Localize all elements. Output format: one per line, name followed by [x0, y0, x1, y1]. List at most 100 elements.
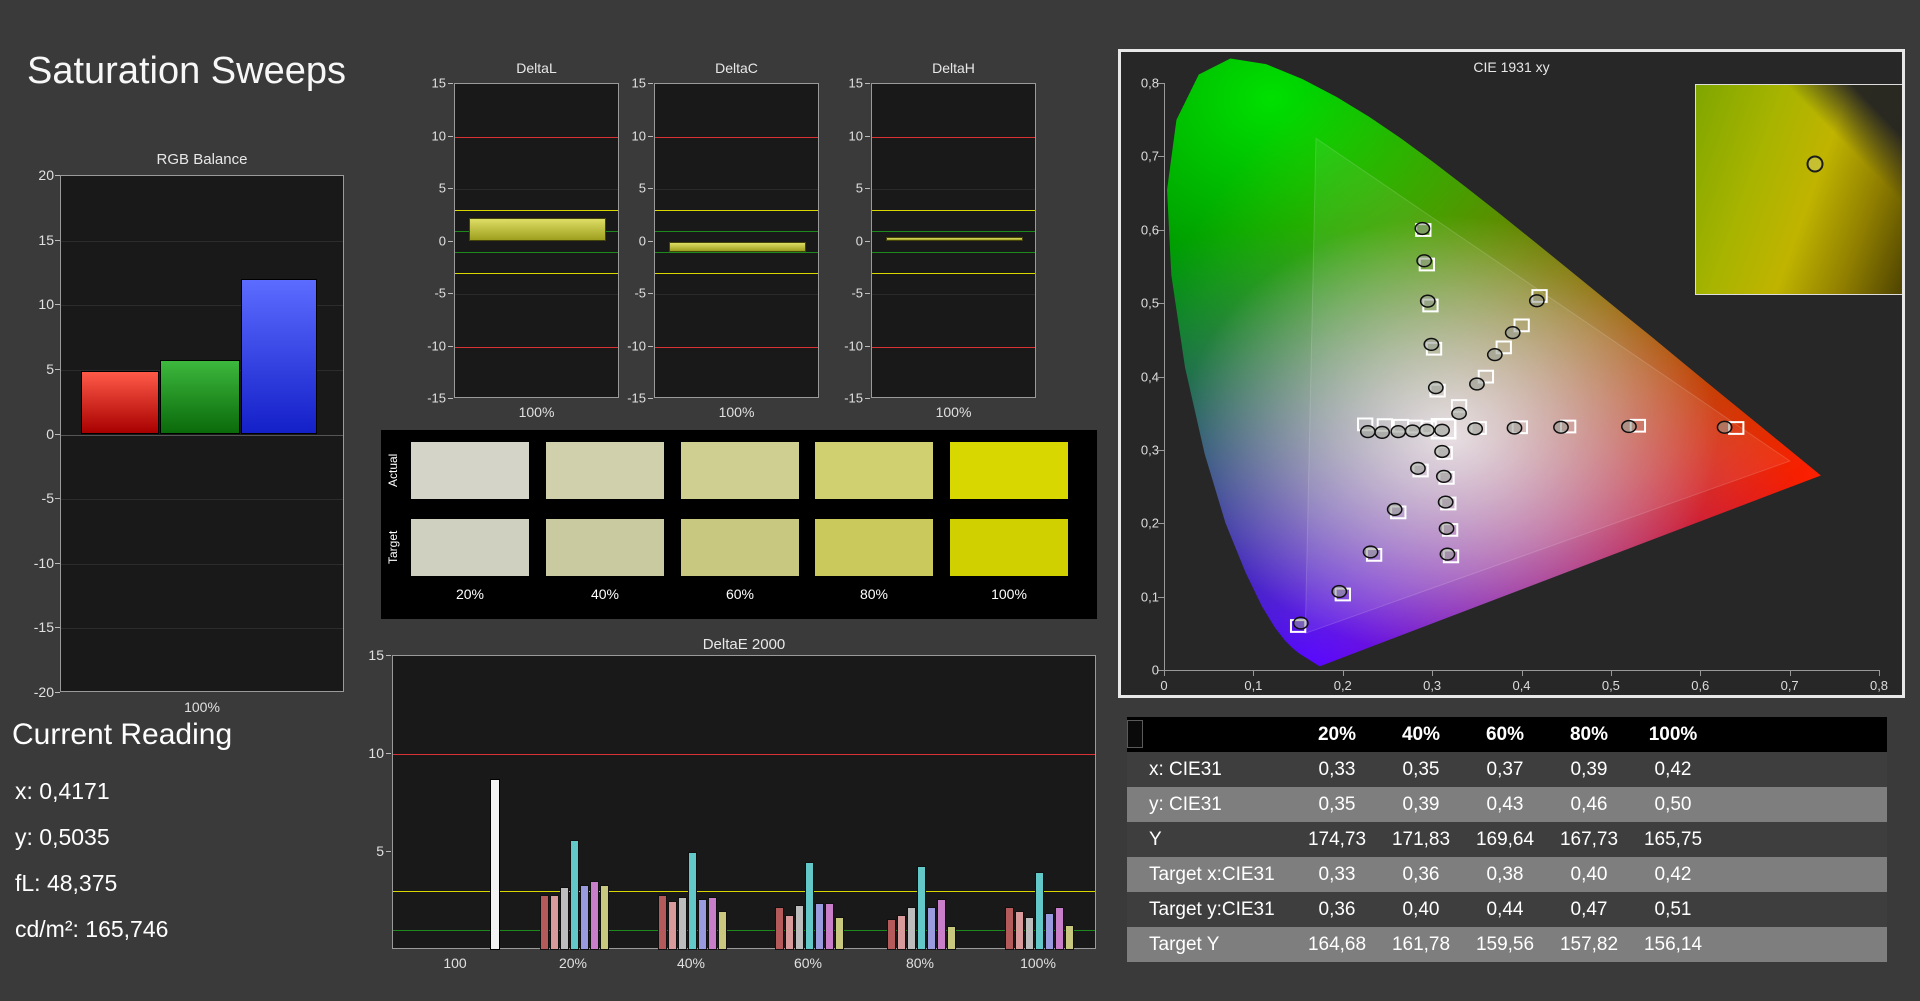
- table-header-cell: 80%: [1569, 724, 1609, 745]
- table-row-label: Target x:CIE31: [1149, 864, 1275, 885]
- table-value-cell: 0,39: [1402, 794, 1440, 815]
- delta-y-tick-mark: [865, 188, 870, 189]
- rgb-bar-green: [160, 359, 240, 435]
- cie-measurement-marker: [1488, 349, 1502, 361]
- rgb-balance-title: RGB Balance: [156, 151, 248, 168]
- deltae-bar: [937, 899, 946, 950]
- current-reading-heading: Current Reading: [12, 718, 233, 751]
- swatch-target: [815, 519, 933, 576]
- delta-gridline: [455, 189, 618, 190]
- table-value-cell: 157,82: [1559, 934, 1619, 955]
- delta-y-tick-mark: [448, 135, 453, 137]
- delta-y-tick-mark: [648, 188, 653, 189]
- deltae-x-tick-label: 20%: [558, 955, 588, 971]
- cie-x-tick-mark: [1432, 670, 1434, 676]
- delta-ref-line: [655, 136, 818, 138]
- table-value-cell: 0,43: [1486, 794, 1524, 815]
- table-value-cell: 164,68: [1307, 934, 1367, 955]
- deltae-bar: [825, 902, 834, 950]
- table-value-cell: 159,56: [1475, 934, 1535, 955]
- delta-y-tick-mark: [865, 83, 870, 84]
- deltae-y-tick-label: 5: [376, 843, 384, 859]
- rgb-y-tick-label: -15: [33, 619, 54, 636]
- delta-y-tick-mark: [648, 240, 653, 242]
- page-title: Saturation Sweeps: [27, 50, 346, 92]
- delta-gridline: [872, 294, 1035, 295]
- table-value-cell: 0,37: [1486, 759, 1524, 780]
- cie-x-tick-label: 0,1: [1244, 678, 1263, 693]
- swatch-actual: [546, 442, 664, 499]
- delta-chart-title: DeltaL: [516, 60, 557, 76]
- delta-x-label: 100%: [935, 404, 972, 420]
- current-reading-line: cd/m²: 165,746: [15, 916, 169, 942]
- delta-ref-line: [872, 136, 1035, 138]
- table-header-cell: 40%: [1401, 724, 1441, 745]
- table-row-label: Target y:CIE31: [1149, 899, 1275, 920]
- deltae-x-tick-label: 100%: [1020, 955, 1056, 971]
- deltae-bar: [560, 887, 569, 950]
- deltae-bar: [907, 906, 916, 950]
- table-row: Target Y 164,68 161,78 159,56 157,82 156,14: [1127, 927, 1887, 962]
- table-value-cell: 0,46: [1570, 794, 1608, 815]
- delta-y-tick-mark: [865, 240, 870, 242]
- deltae-bar: [795, 904, 804, 950]
- delta-y-tick-mark: [648, 293, 653, 294]
- swatch-col-label: 20%: [455, 586, 485, 602]
- table-value-cell: 0,40: [1402, 899, 1440, 920]
- table-value-cell: 0,33: [1318, 759, 1356, 780]
- table-value-cell: 161,78: [1391, 934, 1451, 955]
- cie-measurement-marker: [1294, 617, 1308, 629]
- table-value-cell: 174,73: [1307, 829, 1367, 850]
- rgb-gridline: [61, 240, 343, 242]
- table-row: Y 174,73 171,83 169,64 167,73 165,75: [1127, 822, 1887, 857]
- delta-y-tick-label: 5: [438, 180, 446, 196]
- table-value-cell: 0,38: [1486, 864, 1524, 885]
- delta-chart-title: DeltaC: [715, 60, 758, 76]
- delta-ref-line: [455, 346, 618, 348]
- table-value-cell: 0,36: [1402, 864, 1440, 885]
- table-row: Target x:CIE31 0,33 0,36 0,38 0,40 0,42: [1127, 857, 1887, 892]
- cie-x-tick-label: 0,8: [1869, 678, 1889, 693]
- table-value-cell: 0,42: [1654, 864, 1692, 885]
- cie-y-tick-label: 0,6: [1140, 222, 1159, 238]
- deltae-bar: [580, 885, 589, 950]
- calibration-dashboard: Saturation Sweeps RGB Balance 100% Curre…: [0, 0, 1920, 1001]
- deltae-x-tick-label: 60%: [793, 955, 823, 971]
- delta-y-tick-label: 15: [431, 75, 446, 91]
- deltae-bar: [785, 914, 794, 950]
- cie-y-tick-label: 0,3: [1140, 442, 1159, 458]
- delta-ref-line: [872, 210, 1035, 211]
- table-row: Target y:CIE31 0,36 0,40 0,44 0,47 0,51: [1127, 892, 1887, 927]
- swatch-actual: [950, 442, 1068, 499]
- current-reading-line: fL: 48,375: [15, 870, 118, 896]
- table-value-cell: 0,35: [1402, 759, 1440, 780]
- deltae-bar: [688, 852, 697, 950]
- delta-chart-title: DeltaH: [932, 60, 975, 76]
- rgb-balance-xlabel: 100%: [184, 699, 220, 715]
- rgb-y-tick-mark: [55, 368, 60, 370]
- cie-measurement-marker: [1388, 504, 1402, 516]
- cie-measurement-marker: [1468, 423, 1482, 435]
- deltae-bar: [1055, 906, 1064, 950]
- deltae-bar: [708, 897, 717, 950]
- deltae-bar: [1015, 910, 1024, 950]
- cie-x-tick-mark: [1610, 670, 1612, 676]
- cie-x-tick-mark: [1253, 670, 1255, 676]
- delta-y-tick-label: -5: [634, 285, 646, 301]
- delta-y-tick-label: -15: [844, 390, 863, 406]
- cie-measurement-marker: [1439, 523, 1453, 535]
- cie-measurement-marker: [1391, 426, 1405, 438]
- table-row-label: Y: [1149, 829, 1162, 850]
- swatch-col-label: 60%: [725, 586, 755, 602]
- table-row: x: CIE31 0,33 0,35 0,37 0,39 0,42: [1127, 752, 1887, 787]
- deltae-bar: [835, 916, 844, 950]
- deltae-bar: [775, 906, 784, 950]
- cie-measurement-marker: [1375, 427, 1389, 439]
- deltae-bar: [570, 840, 579, 950]
- cie-y-tick-label: 0,7: [1140, 148, 1159, 164]
- rgb-y-tick-mark: [55, 498, 60, 500]
- delta-y-tick-label: -10: [427, 338, 446, 353]
- deltae-bar: [718, 910, 727, 950]
- delta-value-bar: [886, 236, 1023, 242]
- delta-y-tick-mark: [648, 135, 653, 137]
